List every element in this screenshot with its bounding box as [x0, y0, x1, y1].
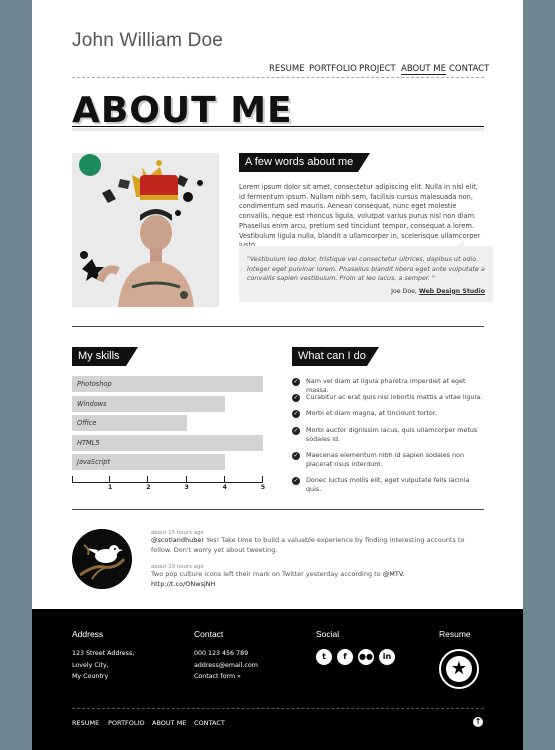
check-icon: ✓: [292, 426, 300, 435]
can-do-item: Curabitur ac erat quis nisl lobortis mat…: [306, 393, 483, 401]
tweet-2-text: Two pop culture icons left their mark on…: [151, 570, 471, 589]
nav-project[interactable]: PROJECT: [359, 64, 396, 74]
testimonial-quote: "Vestibulum leo dolor, tristique vel con…: [239, 246, 493, 302]
linkedin-icon[interactable]: in: [379, 649, 395, 665]
check-icon: ✓: [292, 377, 300, 386]
skills-axis-tick-label: 4: [222, 484, 227, 491]
twitter-icon[interactable]: t: [316, 649, 332, 665]
address-line: 123 Street Address,: [72, 650, 135, 657]
skills-axis-tick: [185, 476, 187, 482]
nav-contact[interactable]: CONTACT: [449, 64, 489, 74]
skills-axis-tick: [262, 476, 263, 482]
tweet-1-text: @scotlandhuber Yes! Take time to build a…: [151, 536, 471, 555]
section-divider: [72, 326, 484, 327]
skills-axis: [72, 482, 263, 483]
skills-axis-tick-label: 3: [184, 484, 189, 491]
skills-axis-tick: [147, 476, 149, 482]
contact-email[interactable]: address@email.com: [194, 660, 258, 672]
page-title: ABOUT ME: [72, 90, 293, 131]
skills-axis-tick: [72, 476, 73, 482]
footer-nav-contact[interactable]: CONTACT: [194, 719, 225, 727]
tweet-1-user[interactable]: @scotlandhuber: [151, 536, 204, 544]
nav-portfolio[interactable]: PORTFOLIO: [309, 64, 357, 74]
tweet-2-body: Two pop culture icons left their mark on…: [151, 570, 383, 578]
footer-resume-title: Resume: [439, 629, 471, 639]
skills-axis-tick: [223, 476, 225, 482]
resume-badge[interactable]: ★: [439, 649, 479, 689]
hero-underline: [72, 126, 484, 127]
skill-bar-office: Office: [72, 415, 187, 432]
skills-axis-tick-label: 1: [108, 484, 113, 491]
check-icon: ✓: [292, 476, 300, 485]
contact-form-link[interactable]: Contact form »: [194, 671, 258, 683]
footer: Address 123 Street Address, Lovely City,…: [32, 609, 523, 750]
about-paragraph: Lorem ipsum dolor sit amet, consectetur …: [239, 183, 481, 249]
profile-photo: [72, 153, 219, 307]
tweet-2-mention[interactable]: @MTV: [383, 570, 403, 578]
twitter-bird-avatar: [72, 529, 132, 589]
quote-author-link[interactable]: Web Design Studio: [419, 288, 485, 295]
tweet-1: about 15 hours ago @scotlandhuber Yes! T…: [151, 530, 471, 555]
tweets-divider: [72, 509, 484, 510]
nav-resume[interactable]: RESUME: [269, 64, 305, 74]
nav-about-me[interactable]: ABOUT ME: [401, 64, 447, 75]
skills-axis-tick-label: 5: [260, 484, 266, 491]
can-do-item: Donec luctus mollis elit, eget vulputate…: [306, 476, 470, 493]
can-do-item: Morbi auctor dignissim lacus, quis ullam…: [306, 426, 478, 443]
skills-axis-tick: [109, 476, 111, 482]
quote-text: "Vestibulum leo dolor, tristique vel con…: [247, 255, 485, 282]
check-icon: ✓: [292, 409, 300, 418]
quote-attribution: Joe Doe, Web Design Studio: [247, 288, 485, 295]
footer-contact-title: Contact: [194, 629, 224, 639]
skill-bar-javascript: JavaScript: [72, 454, 225, 471]
can-do-item: Morbi et diam magna, at tincidunt tortor…: [306, 409, 437, 417]
footer-divider: [72, 708, 484, 709]
can-do-item: Maecenas elementum nibh id sapien sodale…: [306, 451, 465, 468]
page: John William Doe RESUME PORTFOLIO PROJEC…: [32, 0, 523, 750]
back-to-top-icon[interactable]: ↑: [473, 717, 483, 727]
footer-address: 123 Street Address, Lovely City, My Coun…: [72, 648, 134, 683]
skill-bar-photoshop: Photoshop: [72, 376, 263, 392]
about-section-title: A few words about me: [239, 153, 370, 172]
footer-nav-resume[interactable]: RESUME: [72, 719, 99, 727]
hero-shadow-line: [72, 128, 484, 131]
bird-icon: [72, 529, 132, 589]
check-icon: ✓: [292, 393, 300, 402]
footer-nav-portfolio[interactable]: PORTFOLIO: [108, 719, 145, 727]
facebook-icon[interactable]: f: [337, 649, 353, 665]
can-do-section-title: What can I do: [292, 347, 379, 366]
skill-bar-html5: HTML5: [72, 434, 263, 451]
flickr-icon[interactable]: ●●: [358, 649, 374, 665]
address-line: My Country: [72, 673, 109, 680]
footer-contact: 000 123 456 789 address@email.com Contac…: [194, 648, 258, 683]
footer-nav-about-me[interactable]: ABOUT ME: [152, 719, 186, 727]
star-icon: ★: [446, 656, 472, 682]
footer-social-title: Social: [316, 629, 340, 639]
skills-axis-tick-label: 2: [146, 484, 151, 491]
check-icon: ✓: [292, 451, 300, 460]
skill-bar-windows: Windows: [72, 395, 225, 412]
address-line: Lovely City,: [72, 661, 109, 669]
tweet-2: about 19 hours ago Two pop culture icons…: [151, 564, 471, 589]
contact-phone[interactable]: 000 123 456 789: [194, 648, 258, 660]
quote-author: Joe Doe,: [391, 287, 417, 295]
skills-section-title: My skills: [72, 347, 138, 366]
nav-divider: [72, 77, 484, 78]
footer-address-title: Address: [72, 629, 104, 639]
site-name[interactable]: John William Doe: [72, 30, 223, 52]
profile-photo-illustration: [72, 153, 219, 307]
